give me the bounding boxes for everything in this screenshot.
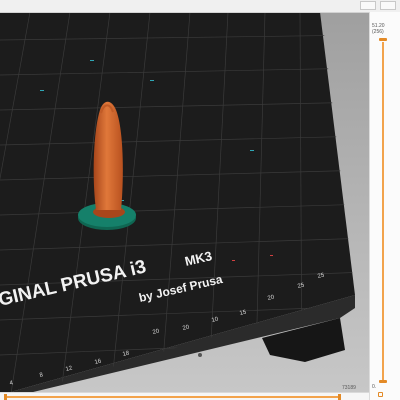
layer-slider-top-handle[interactable] [379,38,387,41]
horizontal-slider-right-handle[interactable] [338,394,341,400]
layer-slider-track[interactable] [382,42,384,380]
layer-slider-panel: 51.20 (256) 0. [369,12,400,400]
lock-icon[interactable] [378,392,383,397]
close-icon[interactable] [380,1,396,10]
horizontal-slider-left-handle[interactable] [4,394,7,400]
horizontal-slider-track[interactable] [6,396,339,398]
3d-viewport[interactable]: GINAL PRUSA i3 MK3 by Josef Prusa 20 10 … [0,0,369,400]
scene-svg: GINAL PRUSA i3 MK3 by Josef Prusa 20 10 … [0,0,369,400]
horizontal-slider[interactable]: 73189 [0,386,369,400]
layer-slider-bottom-handle[interactable] [379,380,387,383]
title-bar [0,0,400,13]
layer-bottom-value: 0. [372,384,377,390]
minimize-icon[interactable] [360,1,376,10]
bed-screw-hole [198,353,202,357]
layer-top-count: (256) [372,29,384,35]
horizontal-slider-value: 73189 [342,385,356,391]
